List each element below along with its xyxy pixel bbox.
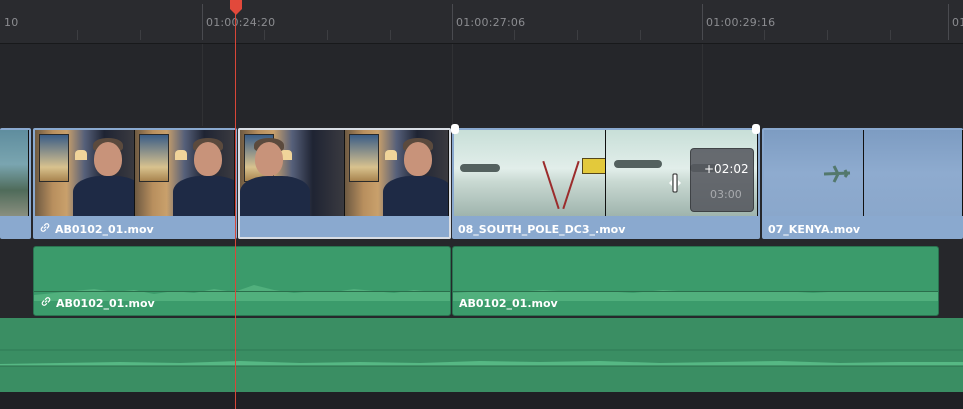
- interview-thumbnail: [344, 130, 449, 216]
- video-clip-kenya[interactable]: 07_KENYA.mov: [762, 128, 963, 239]
- video-clip-selected[interactable]: [238, 128, 451, 239]
- trim-handle-left[interactable]: [451, 124, 459, 134]
- timeline-ruler[interactable]: 10 01:00:24:20 01:00:27:06 01:00:29:16 0…: [0, 0, 963, 44]
- ruler-major-tick: [202, 4, 203, 40]
- ruler-minor-tick: [327, 30, 328, 40]
- clip-label: AB0102_01.mov: [39, 222, 154, 236]
- ruler-minor-tick: [514, 30, 515, 40]
- clip-label: AB0102_01.mov: [459, 297, 558, 310]
- clip-label: 08_SOUTH_POLE_DC3_.mov: [458, 223, 626, 236]
- ruler-timecode: 01: [952, 16, 963, 29]
- ruler-minor-tick: [390, 30, 391, 40]
- clip-label: AB0102_01.mov: [40, 296, 155, 310]
- video-track-2-empty[interactable]: [0, 44, 963, 126]
- clip-name: AB0102_01.mov: [56, 297, 155, 310]
- link-icon: [40, 223, 50, 232]
- clip-name: AB0102_01.mov: [55, 223, 154, 236]
- ruler-timecode: 10: [4, 16, 19, 29]
- ruler-timecode: 01:00:24:20: [206, 16, 276, 29]
- ruler-timecode: 01:00:27:06: [456, 16, 526, 29]
- trim-handle-right[interactable]: [752, 124, 760, 134]
- audio-clip-ab0102[interactable]: AB0102_01.mov: [33, 246, 451, 316]
- timeline-footer-area: [0, 392, 963, 409]
- audio-waveform: [34, 285, 450, 301]
- waveform-baseline: [453, 291, 938, 292]
- sky-plane-thumbnail: [764, 130, 864, 216]
- interview-thumbnail: [35, 130, 135, 216]
- ruler-minor-tick: [77, 30, 78, 40]
- ruler-major-tick: [452, 4, 453, 40]
- snow-airfield-thumbnail: [454, 130, 606, 216]
- clip-thumbnails: [764, 130, 963, 216]
- ruler-minor-tick: [640, 30, 641, 40]
- audio-clip-ab0102-2[interactable]: AB0102_01.mov: [452, 246, 939, 316]
- sky-plane-thumbnail: [863, 130, 963, 216]
- clip-thumbnails: [35, 130, 235, 216]
- ruler-minor-tick: [764, 30, 765, 40]
- trim-delta-value: +02:02: [704, 162, 749, 176]
- ruler-major-tick: [948, 4, 949, 40]
- clip-thumbnails: [240, 130, 449, 216]
- ruler-major-tick: [702, 4, 703, 40]
- trim-duration-value: 03:00: [710, 188, 742, 201]
- playhead-line[interactable]: [235, 8, 236, 409]
- ruler-minor-tick: [890, 30, 891, 40]
- clip-label: 07_KENYA.mov: [768, 223, 861, 236]
- interview-thumbnail: [240, 130, 345, 216]
- ruler-minor-tick: [264, 30, 265, 40]
- playhead-marker-icon[interactable]: [229, 0, 243, 16]
- clip-thumbnail: [0, 130, 29, 216]
- audio-waveform: [0, 349, 963, 367]
- ruler-timecode: 01:00:29:16: [706, 16, 776, 29]
- plane-silhouette-icon: [823, 165, 851, 183]
- ruler-minor-tick: [140, 30, 141, 40]
- audio-waveform: [453, 290, 938, 301]
- video-clip-ab0102[interactable]: AB0102_01.mov: [33, 128, 237, 239]
- trim-info-overlay: [690, 148, 754, 212]
- timeline-panel[interactable]: 10 01:00:24:20 01:00:27:06 01:00:29:16 0…: [0, 0, 963, 409]
- video-clip[interactable]: [0, 128, 31, 239]
- ruler-minor-tick: [827, 30, 828, 40]
- audio-track-2-clip[interactable]: [0, 318, 963, 392]
- interview-thumbnail: [135, 130, 235, 216]
- aerial-landscape-thumbnail: [0, 130, 29, 216]
- trim-cursor-icon: [669, 173, 681, 193]
- ruler-minor-tick: [577, 30, 578, 40]
- link-icon: [41, 297, 51, 306]
- waveform-baseline: [34, 291, 450, 292]
